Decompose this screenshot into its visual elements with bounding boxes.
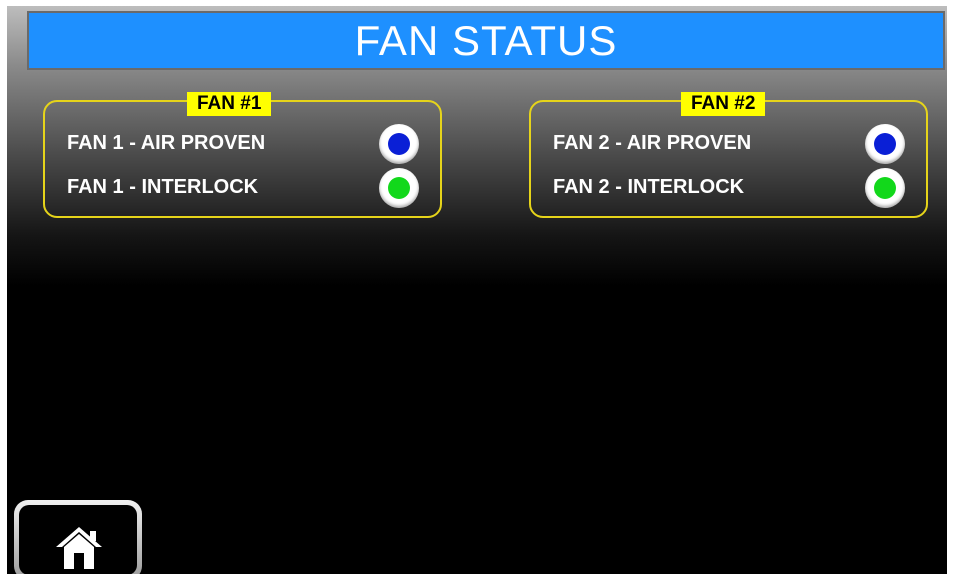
- home-button[interactable]: [14, 500, 142, 574]
- indicator-lamp: [874, 133, 896, 155]
- page-title: FAN STATUS: [354, 16, 618, 64]
- fan-2-interlock-label: FAN 2 - INTERLOCK: [553, 176, 745, 198]
- fan-2-air-proven-label: FAN 2 - AIR PROVEN: [553, 132, 752, 154]
- fan-2-air-proven-indicator: [865, 124, 905, 164]
- title-bar: FAN STATUS: [27, 11, 945, 70]
- indicator-lamp: [388, 177, 410, 199]
- indicator-lamp: [874, 177, 896, 199]
- fan-2-panel: FAN #2 FAN 2 - AIR PROVEN FAN 2 - INTERL…: [529, 92, 928, 218]
- indicator-lamp: [388, 133, 410, 155]
- hmi-screen: FAN STATUS FAN #1 FAN 1 - AIR PROVEN FAN…: [7, 6, 947, 574]
- fan-1-interlock-row: FAN 1 - INTERLOCK: [45, 168, 440, 208]
- fan-1-interlock-indicator: [379, 168, 419, 208]
- fan-2-tag: FAN #2: [681, 92, 766, 116]
- fan-2-interlock-indicator: [865, 168, 905, 208]
- fan-1-air-proven-row: FAN 1 - AIR PROVEN: [45, 124, 440, 164]
- fan-1-air-proven-indicator: [379, 124, 419, 164]
- fan-1-panel: FAN #1 FAN 1 - AIR PROVEN FAN 1 - INTERL…: [43, 92, 442, 218]
- fan-2-interlock-row: FAN 2 - INTERLOCK: [531, 168, 926, 208]
- fan-2-air-proven-row: FAN 2 - AIR PROVEN: [531, 124, 926, 164]
- home-icon[interactable]: [54, 525, 104, 571]
- fan-1-air-proven-label: FAN 1 - AIR PROVEN: [67, 132, 266, 154]
- fan-1-interlock-label: FAN 1 - INTERLOCK: [67, 176, 259, 198]
- fan-1-tag: FAN #1: [187, 92, 272, 116]
- home-button-face[interactable]: [19, 505, 137, 574]
